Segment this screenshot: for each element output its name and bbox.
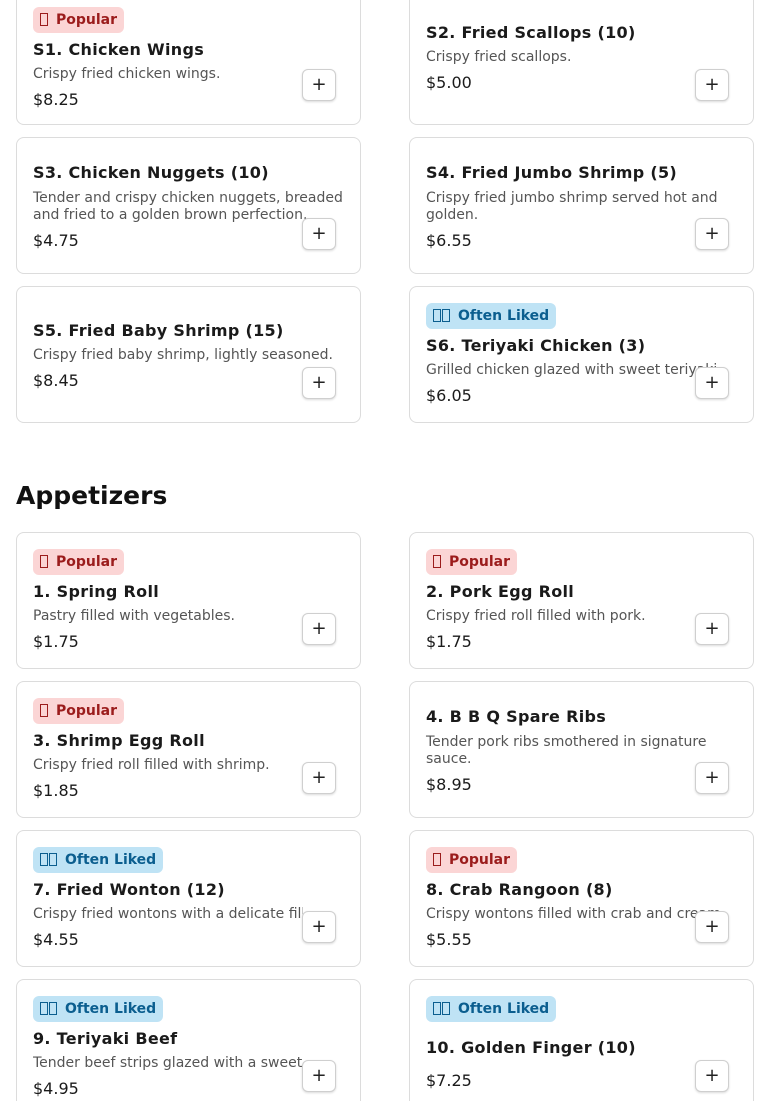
- item-description: Crispy fried chicken wings.: [33, 66, 221, 82]
- popular-badge: Popular: [33, 7, 125, 33]
- item-description: Tender beef strips glazed with a sweet t…: [33, 1055, 303, 1071]
- fire-icon: [40, 555, 49, 569]
- item-name: S1. Chicken Wings: [33, 40, 205, 59]
- item-price: $6.55: [426, 231, 472, 250]
- often-liked-badge: Often Liked: [33, 996, 164, 1022]
- item-price: $6.05: [426, 386, 472, 405]
- item-name: 4. B B Q Spare Ribs: [426, 707, 607, 726]
- menu-item-card[interactable]: Often Liked 7. Fried Wonton (12) Crispy …: [16, 830, 361, 967]
- add-to-cart-button[interactable]: +: [302, 367, 336, 399]
- add-to-cart-button[interactable]: +: [302, 613, 336, 645]
- fire-icon: [40, 13, 49, 27]
- menu-item-card[interactable]: S5. Fried Baby Shrimp (15) Crispy fried …: [16, 286, 361, 423]
- add-to-cart-button[interactable]: +: [695, 218, 729, 250]
- popular-badge: Popular: [426, 847, 518, 873]
- add-to-cart-button[interactable]: +: [695, 1060, 729, 1092]
- often-liked-badge: Often Liked: [426, 996, 557, 1022]
- add-to-cart-button[interactable]: +: [695, 613, 729, 645]
- often-liked-badge: Often Liked: [426, 303, 557, 329]
- menu-item-card[interactable]: Popular 2. Pork Egg Roll Crispy fried ro…: [409, 532, 754, 669]
- item-price: $4.55: [33, 930, 79, 949]
- thumbs-up-icon: [433, 309, 451, 323]
- item-description: Crispy fried wontons with a delicate fil…: [33, 906, 303, 922]
- item-name: 7. Fried Wonton (12): [33, 880, 225, 899]
- item-name: 2. Pork Egg Roll: [426, 582, 575, 601]
- item-description: Pastry filled with vegetables.: [33, 608, 235, 624]
- item-name: 3. Shrimp Egg Roll: [33, 731, 205, 750]
- menu-item-card[interactable]: S4. Fried Jumbo Shrimp (5) Crispy fried …: [409, 137, 754, 274]
- item-description: Crispy fried baby shrimp, lightly season…: [33, 347, 334, 363]
- thumbs-up-icon: [40, 1002, 58, 1016]
- menu-item-card[interactable]: Often Liked 10. Golden Finger (10) $7.25…: [409, 979, 754, 1101]
- item-name: 9. Teriyaki Beef: [33, 1029, 178, 1048]
- menu-item-card[interactable]: S2. Fried Scallops (10) Crispy fried sca…: [409, 0, 754, 125]
- item-name: 1. Spring Roll: [33, 582, 160, 601]
- item-name: S3. Chicken Nuggets (10): [33, 163, 269, 182]
- item-price: $8.25: [33, 90, 79, 109]
- add-to-cart-button[interactable]: +: [302, 911, 336, 943]
- item-description: Crispy fried scallops.: [426, 49, 572, 65]
- add-to-cart-button[interactable]: +: [302, 218, 336, 250]
- menu-item-card[interactable]: Popular 1. Spring Roll Pastry filled wit…: [16, 532, 361, 669]
- section-heading-appetizers: Appetizers: [16, 481, 168, 510]
- item-name: S4. Fried Jumbo Shrimp (5): [426, 163, 678, 182]
- item-price: $1.85: [33, 781, 79, 800]
- popular-badge: Popular: [33, 549, 125, 575]
- item-description: Crispy fried roll filled with shrimp.: [33, 757, 270, 773]
- item-price: $5.55: [426, 930, 472, 949]
- item-price: $4.95: [33, 1079, 79, 1098]
- add-to-cart-button[interactable]: +: [695, 762, 729, 794]
- thumbs-up-icon: [433, 1002, 451, 1016]
- popular-badge: Popular: [426, 549, 518, 575]
- item-name: S2. Fried Scallops (10): [426, 23, 636, 42]
- menu-item-card[interactable]: Popular 8. Crab Rangoon (8) Crispy wonto…: [409, 830, 754, 967]
- item-name: S6. Teriyaki Chicken (3): [426, 336, 646, 355]
- item-price: $7.25: [426, 1071, 472, 1090]
- menu-item-card[interactable]: Often Liked 9. Teriyaki Beef Tender beef…: [16, 979, 361, 1101]
- item-price: $1.75: [426, 632, 472, 651]
- add-to-cart-button[interactable]: +: [302, 69, 336, 101]
- item-description: Crispy fried roll filled with pork.: [426, 608, 646, 624]
- item-price: $8.95: [426, 775, 472, 794]
- fire-icon: [433, 555, 442, 569]
- item-price: $4.75: [33, 231, 79, 250]
- popular-badge: Popular: [33, 698, 125, 724]
- item-name: 8. Crab Rangoon (8): [426, 880, 613, 899]
- item-description: Tender pork ribs smothered in signature …: [426, 734, 707, 767]
- menu-item-card[interactable]: 4. B B Q Spare Ribs Tender pork ribs smo…: [409, 681, 754, 818]
- add-to-cart-button[interactable]: +: [302, 1060, 336, 1092]
- item-description: Crispy fried jumbo shrimp served hot and…: [426, 190, 718, 223]
- menu-item-card[interactable]: Often Liked S6. Teriyaki Chicken (3) Gri…: [409, 286, 754, 423]
- fire-icon: [433, 853, 442, 867]
- item-price: $5.00: [426, 73, 472, 92]
- item-description: Grilled chicken glazed with sweet teriya…: [426, 362, 722, 378]
- item-name: 10. Golden Finger (10): [426, 1038, 636, 1057]
- item-price: $1.75: [33, 632, 79, 651]
- fire-icon: [40, 704, 49, 718]
- item-description: Crispy wontons filled with crab and crea…: [426, 906, 726, 922]
- item-name: S5. Fried Baby Shrimp (15): [33, 321, 284, 340]
- menu-item-card[interactable]: S3. Chicken Nuggets (10) Tender and cris…: [16, 137, 361, 274]
- add-to-cart-button[interactable]: +: [302, 762, 336, 794]
- add-to-cart-button[interactable]: +: [695, 367, 729, 399]
- thumbs-up-icon: [40, 853, 58, 867]
- menu-item-card[interactable]: Popular 3. Shrimp Egg Roll Crispy fried …: [16, 681, 361, 818]
- item-price: $8.45: [33, 371, 79, 390]
- often-liked-badge: Often Liked: [33, 847, 164, 873]
- item-description: Tender and crispy chicken nuggets, bread…: [33, 190, 343, 223]
- add-to-cart-button[interactable]: +: [695, 69, 729, 101]
- menu-item-card[interactable]: Popular S1. Chicken Wings Crispy fried c…: [16, 0, 361, 125]
- add-to-cart-button[interactable]: +: [695, 911, 729, 943]
